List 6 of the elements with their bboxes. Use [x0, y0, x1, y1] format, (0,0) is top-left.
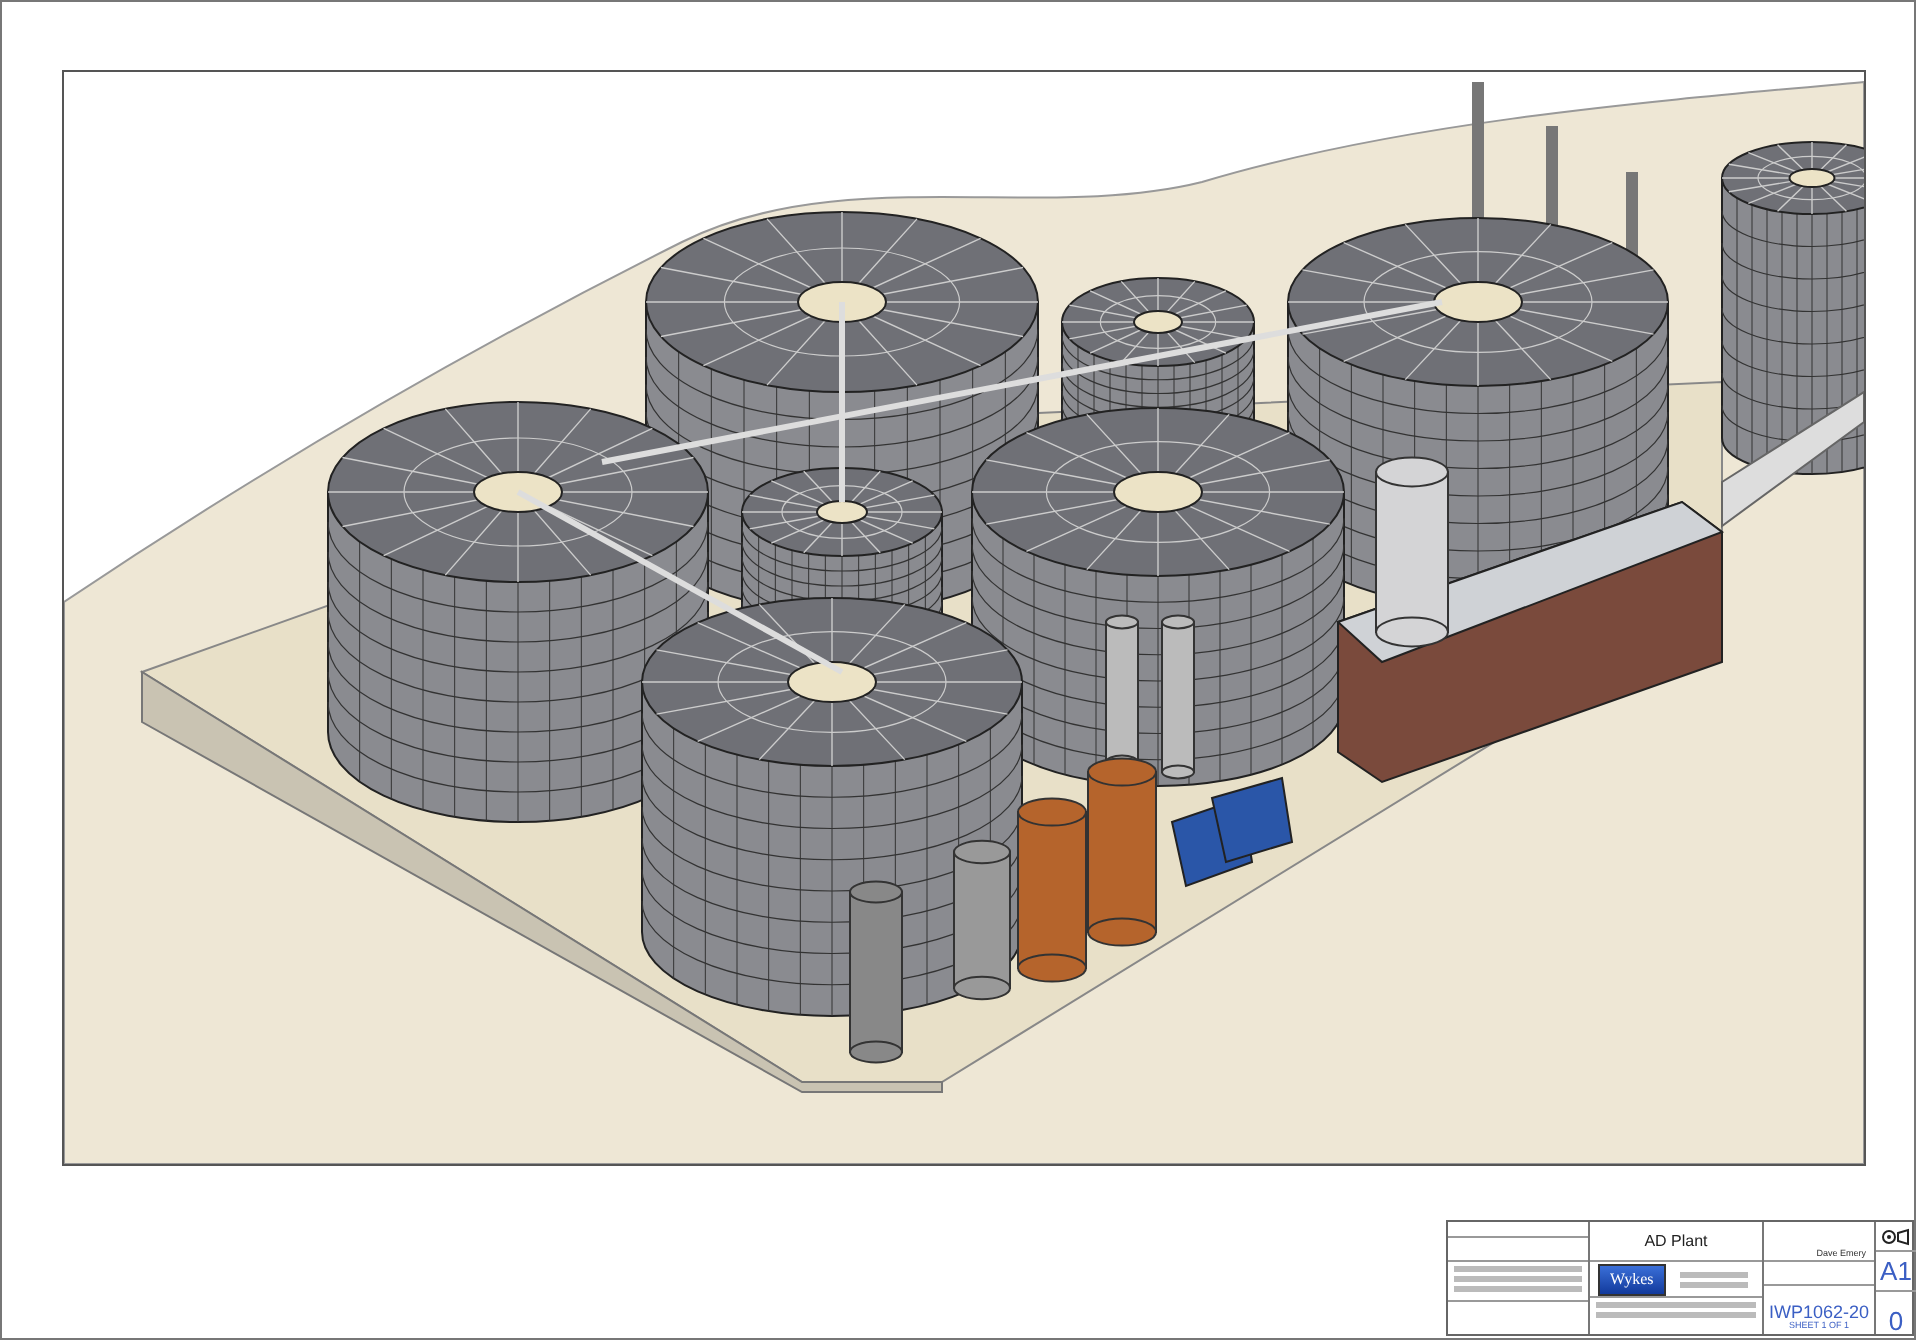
company-logo: Wykes: [1598, 1263, 1666, 1295]
issue-number: 0: [1888, 1308, 1904, 1334]
sheet-size: A1: [1880, 1258, 1912, 1290]
drawing-title: AD Plant: [1590, 1222, 1762, 1262]
drawing-number: IWP1062-20: [1768, 1303, 1870, 1321]
projection-symbol-icon: [1882, 1227, 1910, 1245]
